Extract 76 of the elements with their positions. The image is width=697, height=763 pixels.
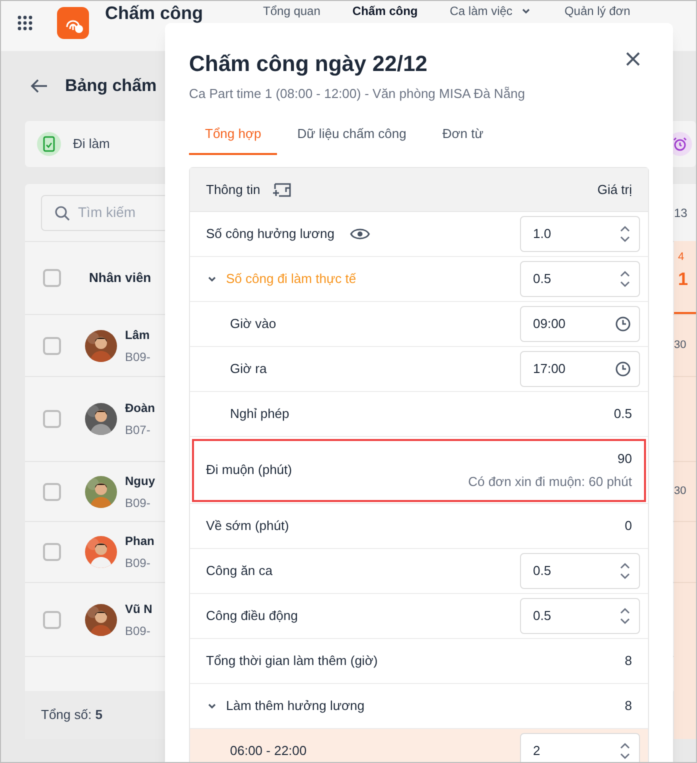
stepper-icon[interactable] — [619, 606, 631, 626]
weekday-text: 4 — [678, 250, 686, 265]
alarm-clock-icon — [672, 136, 688, 152]
value-text: 0.5 — [614, 405, 632, 424]
employee-name: Nguy — [125, 472, 155, 490]
total-count: Tổng số: 5 — [41, 706, 102, 724]
apps-grid-icon[interactable] — [17, 15, 33, 31]
row-label: Đi muộn (phút) — [206, 461, 292, 480]
employee-code: B09- — [125, 555, 152, 572]
stepper-icon[interactable] — [619, 269, 631, 289]
value-field[interactable]: 09:00 — [520, 306, 640, 342]
row-label: Về sớm (phút) — [206, 517, 289, 536]
value-field[interactable]: 0.5 — [520, 598, 640, 634]
row-label: Giờ ra — [230, 360, 267, 378]
employee-code: B09- — [125, 494, 152, 512]
employee-name: Vũ N — [125, 600, 152, 618]
tab[interactable]: Đơn từ — [426, 116, 500, 155]
row-label: Nghỉ phép — [230, 405, 290, 424]
column-heading: Nhân viên — [89, 269, 152, 288]
add-column-icon[interactable] — [272, 182, 292, 198]
app-title: Chấm công — [105, 3, 204, 23]
value-field[interactable]: 17:00 — [520, 351, 640, 387]
value-text: 0 — [624, 517, 632, 536]
employee-name: Đoàn — [125, 400, 155, 417]
day-cell[interactable]: 30 — [674, 461, 696, 521]
dialog-title: Chấm công ngày 22/12 — [189, 50, 428, 78]
value-field[interactable]: 0.5 — [520, 553, 640, 589]
stepper-icon[interactable] — [619, 224, 631, 244]
day-cell[interactable]: 30 — [674, 314, 696, 376]
checkbox[interactable] — [43, 336, 61, 354]
note-text: Có đơn xin đi muộn: 60 phút — [468, 473, 632, 491]
row-label: Công ăn ca — [206, 562, 272, 580]
column-heading: Giá trị — [597, 180, 632, 199]
search-input[interactable]: Tìm kiếm — [78, 202, 174, 223]
stepper-icon[interactable] — [619, 561, 631, 581]
employee-code: B07- — [125, 422, 152, 439]
checkbox[interactable] — [43, 410, 61, 428]
employee-code: B09- — [125, 622, 152, 640]
row-label: Giờ vào — [230, 315, 276, 334]
value-field[interactable]: 0.5 — [520, 261, 640, 297]
checkbox[interactable] — [43, 610, 61, 628]
nav-tab[interactable]: Chấm công — [352, 3, 418, 19]
checkbox[interactable] — [43, 269, 61, 287]
employee-name: Phan — [125, 533, 154, 550]
document-check-icon — [43, 136, 55, 152]
employee-code: B09- — [125, 348, 150, 366]
value-field[interactable]: 2 — [520, 733, 640, 762]
value-text: 90 — [618, 450, 632, 468]
row-label: Làm thêm hưởng lương — [226, 697, 365, 716]
value-field[interactable]: 1.0 — [520, 216, 640, 252]
employee-name: Lâm — [125, 326, 150, 344]
close-icon — [625, 51, 641, 67]
clock-icon[interactable] — [615, 361, 631, 377]
value-text: 8 — [624, 697, 632, 716]
nav-tab[interactable]: Ca làm việc — [450, 3, 532, 19]
eye-icon[interactable] — [350, 226, 370, 242]
clock-icon[interactable] — [615, 316, 631, 332]
dialog-subtitle: Ca Part time 1 (08:00 - 12:00) - Văn phòng MISA Đà Nẵng — [189, 85, 526, 103]
row-label: Công điều động — [206, 607, 298, 626]
nav-tab[interactable]: Quản lý đơn — [564, 3, 630, 19]
row-label: Số công đi làm thực tế — [226, 270, 356, 288]
filter-label: Đi làm — [73, 135, 110, 154]
checkbox[interactable] — [43, 543, 61, 561]
row-label: Tổng thời gian làm thêm (giờ) — [206, 652, 378, 670]
column-heading: Thông tin — [206, 180, 260, 199]
row-label: 06:00 - 22:00 — [230, 742, 307, 760]
search-icon — [54, 204, 70, 220]
date-range-text: 13 — [674, 204, 688, 222]
stepper-icon[interactable] — [619, 741, 631, 761]
row-label: Số công hưởng lương — [206, 225, 334, 244]
page-title: Bảng chấm — [65, 75, 157, 98]
nav-tab[interactable]: Tổng quan — [263, 3, 320, 19]
tab[interactable]: Dữ liệu chấm công — [281, 116, 422, 155]
value-text: 8 — [624, 652, 632, 670]
day-number: 1 — [678, 268, 690, 290]
checkbox[interactable] — [43, 482, 61, 500]
